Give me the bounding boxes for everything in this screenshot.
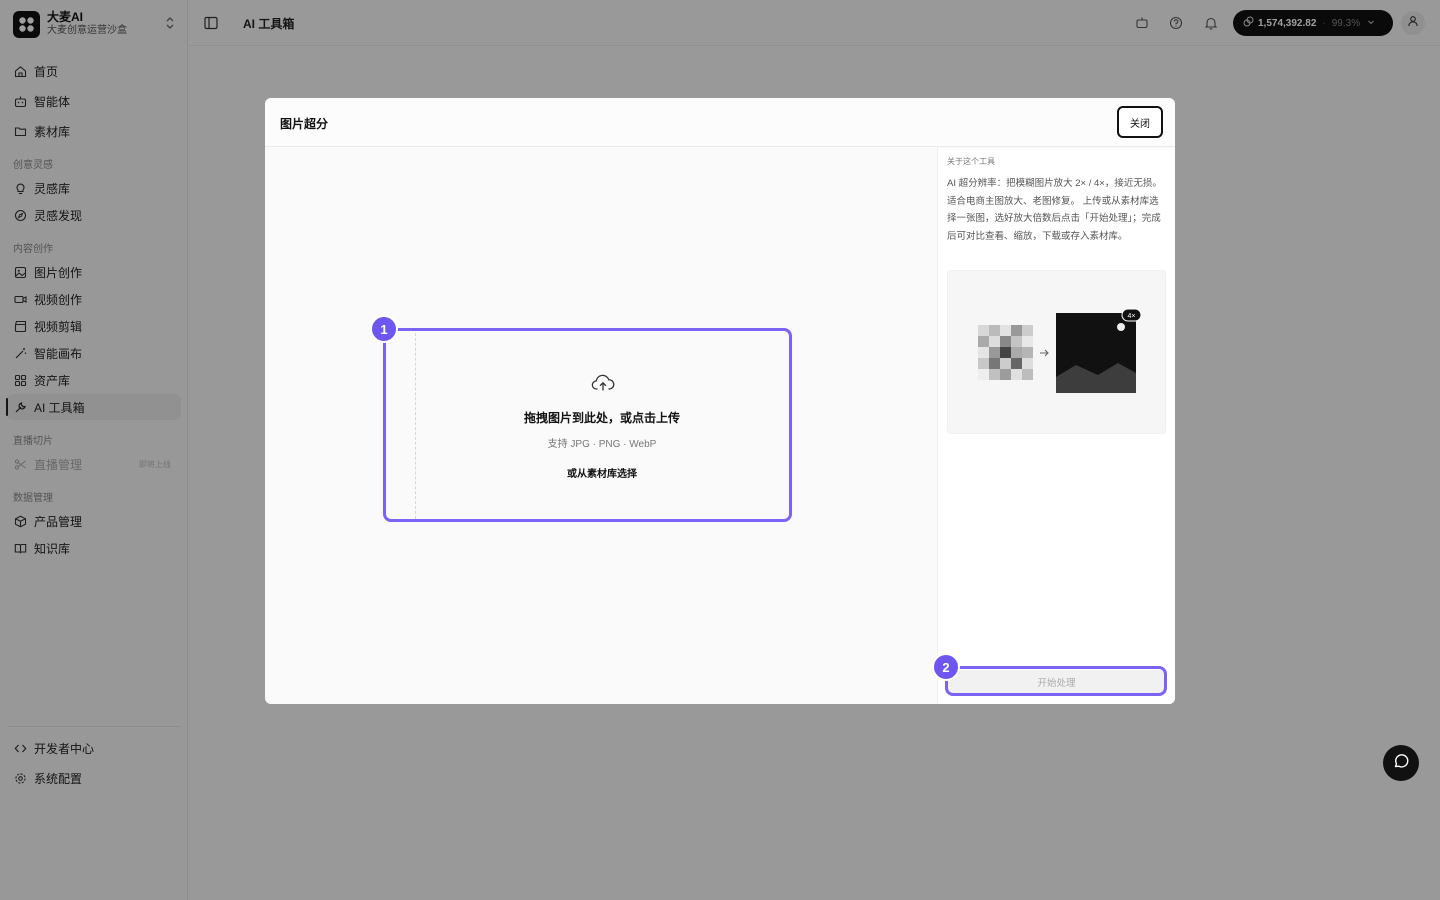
preview-graphic: 4× (978, 308, 1142, 393)
about-panel: 关于这个工具 AI 超分辨率：把模糊图片放大 2× / 4×，接近无损。适合电商… (937, 148, 1175, 704)
close-button[interactable]: 关闭 (1117, 106, 1163, 138)
step-2-badge: 2 (932, 653, 960, 681)
chat-button[interactable] (1383, 745, 1419, 781)
step-2-highlight (945, 666, 1167, 696)
modal-header: 图片超分 关闭 (265, 98, 1175, 147)
upscale-preview-illustration: 4× (947, 270, 1166, 434)
pixelated-image (978, 325, 1033, 380)
step-1-badge: 1 (370, 315, 398, 343)
step-1-highlight (383, 328, 792, 522)
about-label: 关于这个工具 (947, 157, 995, 166)
about-description: AI 超分辨率：把模糊图片放大 2× / 4×，接近无损。适合电商主图放大、老图… (947, 178, 1162, 242)
upscale-factor-badge: 4× (1128, 313, 1136, 320)
modal-title: 图片超分 (280, 117, 329, 131)
arrow-right-icon (1040, 349, 1049, 357)
chat-bubble-icon (1392, 752, 1410, 775)
upscaled-image (1056, 308, 1142, 393)
